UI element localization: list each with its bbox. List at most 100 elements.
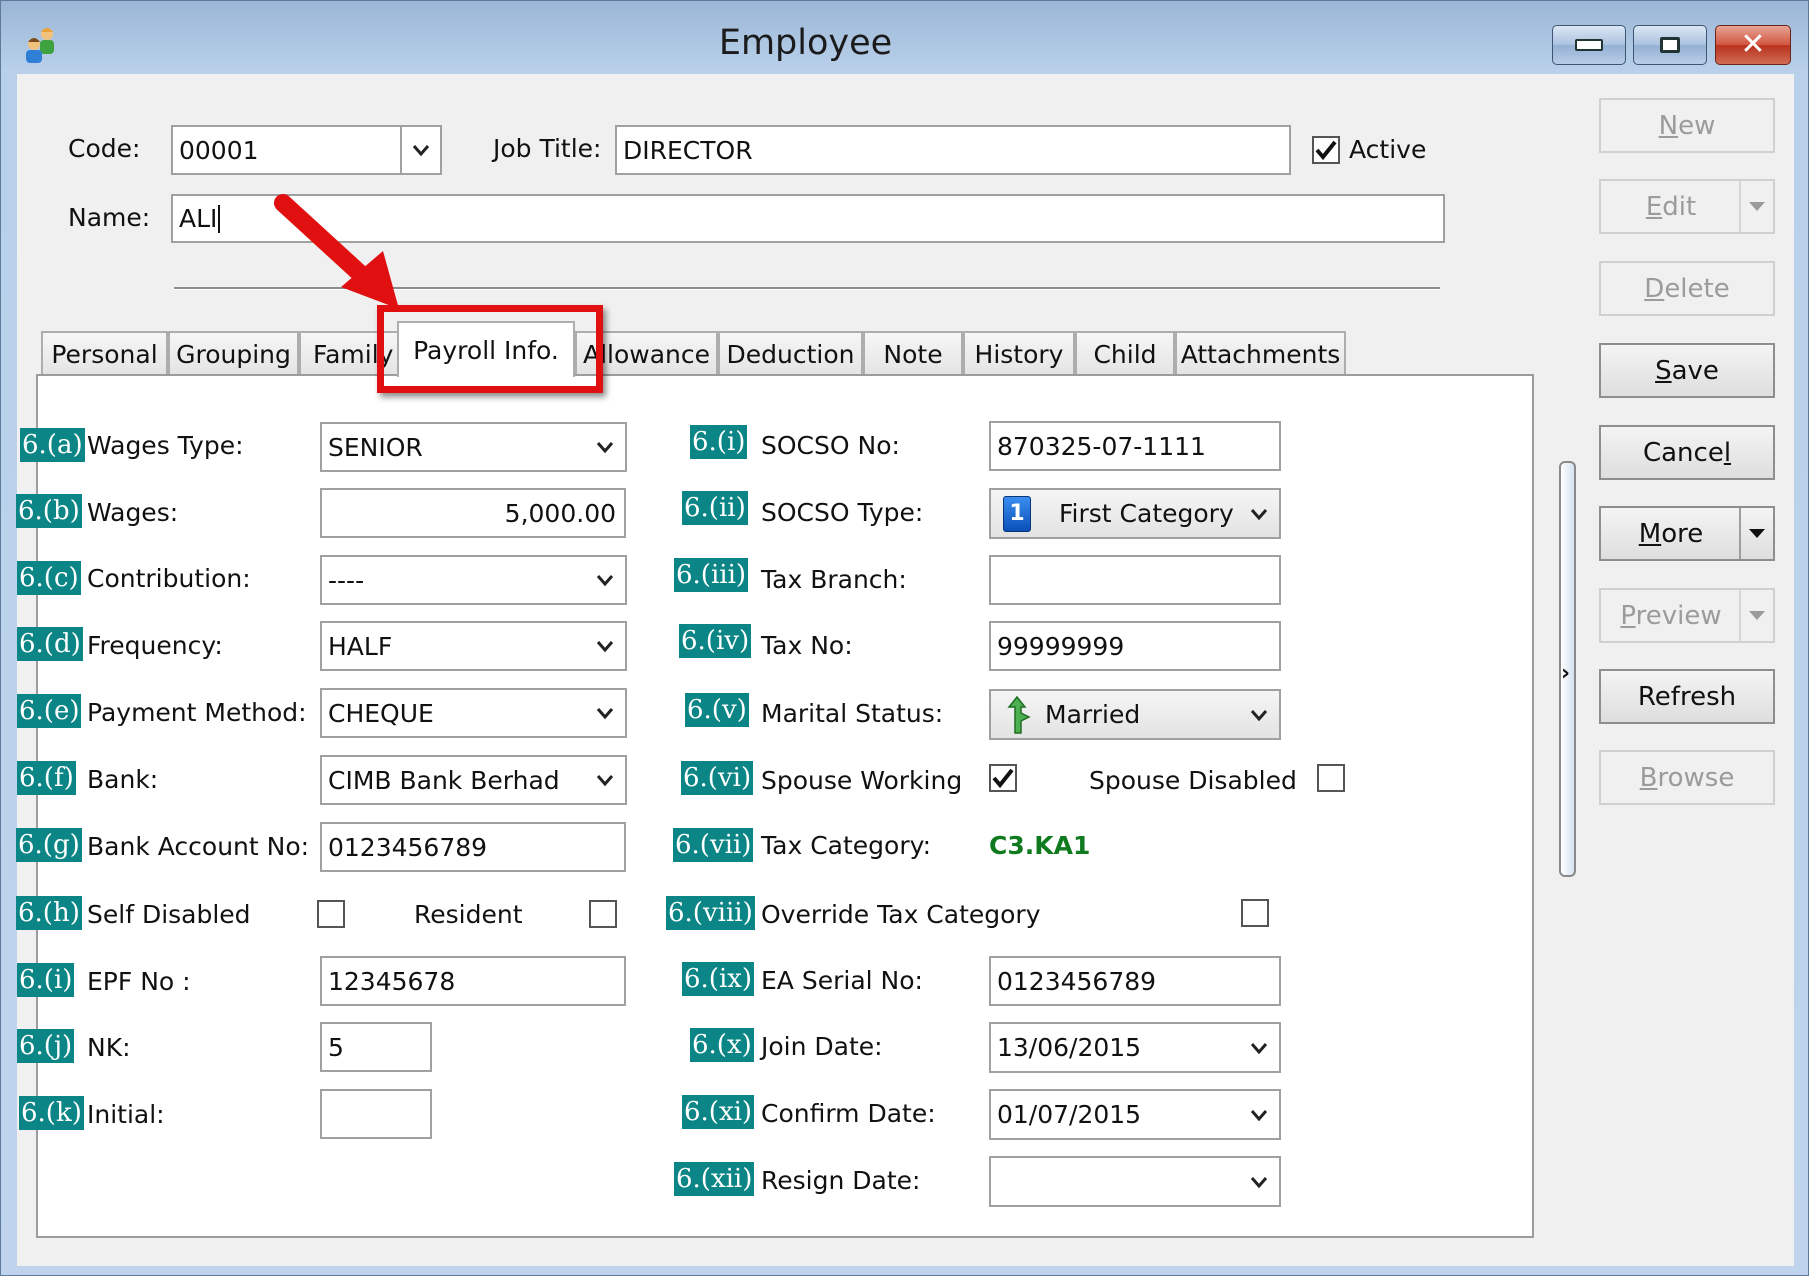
marital-status-select[interactable]: Married: [989, 689, 1281, 740]
tab-child[interactable]: Child: [1075, 331, 1175, 375]
self-disabled-checkbox[interactable]: [317, 900, 345, 928]
preview-dropdown-button[interactable]: [1739, 590, 1773, 641]
code-dropdown-button[interactable]: [400, 127, 440, 173]
expand-chevron-icon[interactable]: ›: [1561, 661, 1570, 686]
epf-no-value: 12345678: [328, 966, 456, 996]
override-tax-label: Override Tax Category: [761, 900, 1041, 929]
code-combo[interactable]: 00001: [171, 125, 442, 175]
code-label: Code:: [68, 134, 141, 163]
badge-6-v: 6.(v): [685, 693, 749, 727]
btn-mnemonic: S: [1655, 355, 1672, 386]
initial-input[interactable]: [320, 1089, 432, 1139]
ea-serial-input[interactable]: 0123456789: [989, 956, 1281, 1006]
tab-history[interactable]: History: [963, 331, 1075, 375]
badge-6-i-socso: 6.(i): [690, 425, 748, 459]
payment-method-select[interactable]: CHEQUE: [320, 688, 627, 738]
chevron-down-icon: [412, 145, 430, 156]
tax-branch-input[interactable]: [989, 555, 1281, 605]
maximize-button[interactable]: [1633, 25, 1707, 65]
save-button[interactable]: Save: [1599, 343, 1775, 398]
wages-type-value: SENIOR: [328, 432, 423, 462]
dropdown-triangle-icon: [1749, 529, 1765, 538]
edit-button[interactable]: Edit: [1599, 179, 1775, 234]
badge-6j: 6.(j): [17, 1029, 75, 1063]
epf-no-input[interactable]: 12345678: [320, 956, 626, 1006]
tab-deduction[interactable]: Deduction: [718, 331, 863, 375]
frequency-select[interactable]: HALF: [320, 621, 627, 671]
nk-label: NK:: [87, 1033, 131, 1062]
wages-type-select[interactable]: SENIOR: [320, 422, 627, 472]
payment-method-value: CHEQUE: [328, 698, 434, 728]
confirm-date-label: Confirm Date:: [761, 1099, 936, 1128]
married-status-icon: [1007, 695, 1031, 734]
badge-6d: 6.(d): [17, 627, 83, 661]
preview-button[interactable]: Preview: [1599, 588, 1775, 643]
spouse-working-checkbox[interactable]: [989, 764, 1017, 792]
join-date-picker[interactable]: 13/06/2015: [989, 1022, 1281, 1073]
initial-label: Initial:: [87, 1100, 165, 1129]
job-title-input[interactable]: DIRECTOR: [615, 125, 1291, 175]
chevron-down-icon: [596, 575, 614, 587]
job-title-label: Job Title:: [493, 134, 602, 163]
badge-6e: 6.(e): [17, 694, 82, 728]
tab-note[interactable]: Note: [863, 331, 963, 375]
code-value: 00001: [179, 135, 259, 165]
socso-type-value: First Category: [1059, 499, 1234, 528]
more-button-label: More: [1601, 519, 1741, 549]
tab-grouping[interactable]: Grouping: [168, 331, 299, 375]
resident-checkbox[interactable]: [589, 900, 617, 928]
confirm-date-picker[interactable]: 01/07/2015: [989, 1089, 1281, 1140]
chevron-down-icon: [1250, 1176, 1268, 1188]
btn-mnemonic: l: [1723, 437, 1732, 468]
tax-no-input[interactable]: 99999999: [989, 621, 1281, 671]
badge-6f: 6.(f): [17, 761, 76, 795]
edit-dropdown-button[interactable]: [1739, 181, 1773, 232]
wages-input[interactable]: 5,000.00: [320, 488, 626, 538]
join-date-label: Join Date:: [761, 1032, 883, 1061]
cancel-button[interactable]: Cance l: [1599, 425, 1775, 480]
browse-button[interactable]: Browse: [1599, 750, 1775, 805]
nk-input[interactable]: 5: [320, 1022, 432, 1072]
badge-6h: 6.(h): [16, 896, 82, 930]
more-button[interactable]: More: [1599, 506, 1775, 561]
chevron-down-icon: [596, 442, 614, 454]
btn-mnemonic: E: [1645, 191, 1663, 222]
bank-select[interactable]: CIMB Bank Berhad: [320, 755, 627, 805]
badge-6-viii: 6.(viii): [666, 896, 755, 930]
btn-text: review: [1635, 600, 1722, 631]
active-checkbox[interactable]: [1312, 136, 1340, 164]
chevron-down-icon: [1250, 1042, 1268, 1054]
bank-account-input[interactable]: 0123456789: [320, 822, 626, 872]
close-icon: ✕: [1740, 27, 1766, 62]
wages-label: Wages:: [87, 498, 179, 527]
new-button[interactable]: New: [1599, 98, 1775, 153]
tab-personal[interactable]: Personal: [41, 331, 168, 375]
resign-date-picker[interactable]: [989, 1156, 1281, 1207]
tab-label: Note: [883, 339, 943, 369]
text-cursor: [218, 204, 221, 233]
override-tax-checkbox[interactable]: [1241, 899, 1269, 927]
btn-text: ave: [1671, 355, 1719, 386]
minimize-button[interactable]: [1552, 25, 1626, 65]
btn-text: elete: [1664, 273, 1730, 304]
payment-method-label: Payment Method:: [87, 698, 307, 727]
active-label: Active: [1349, 135, 1427, 164]
minimize-icon: [1575, 39, 1603, 51]
checkmark-icon: [1315, 140, 1337, 160]
close-button[interactable]: ✕: [1715, 25, 1791, 65]
contribution-select[interactable]: ----: [320, 555, 627, 605]
title-bar[interactable]: Employee ✕: [1, 1, 1809, 76]
socso-no-input[interactable]: 870325-07-1111: [989, 421, 1281, 471]
btn-mnemonic: N: [1658, 110, 1679, 141]
spouse-disabled-checkbox[interactable]: [1317, 764, 1345, 792]
socso-no-value: 870325-07-1111: [997, 431, 1206, 461]
job-title-value: DIRECTOR: [623, 135, 753, 165]
checkmark-icon: [992, 768, 1014, 788]
delete-button[interactable]: Delete: [1599, 261, 1775, 316]
tab-attachments[interactable]: Attachments: [1175, 331, 1346, 375]
refresh-button[interactable]: Refresh: [1599, 669, 1775, 724]
more-dropdown-button[interactable]: [1739, 508, 1773, 559]
tab-label: History: [974, 339, 1064, 369]
btn-text: ew: [1678, 110, 1716, 141]
socso-type-select[interactable]: 1 First Category: [989, 488, 1281, 539]
